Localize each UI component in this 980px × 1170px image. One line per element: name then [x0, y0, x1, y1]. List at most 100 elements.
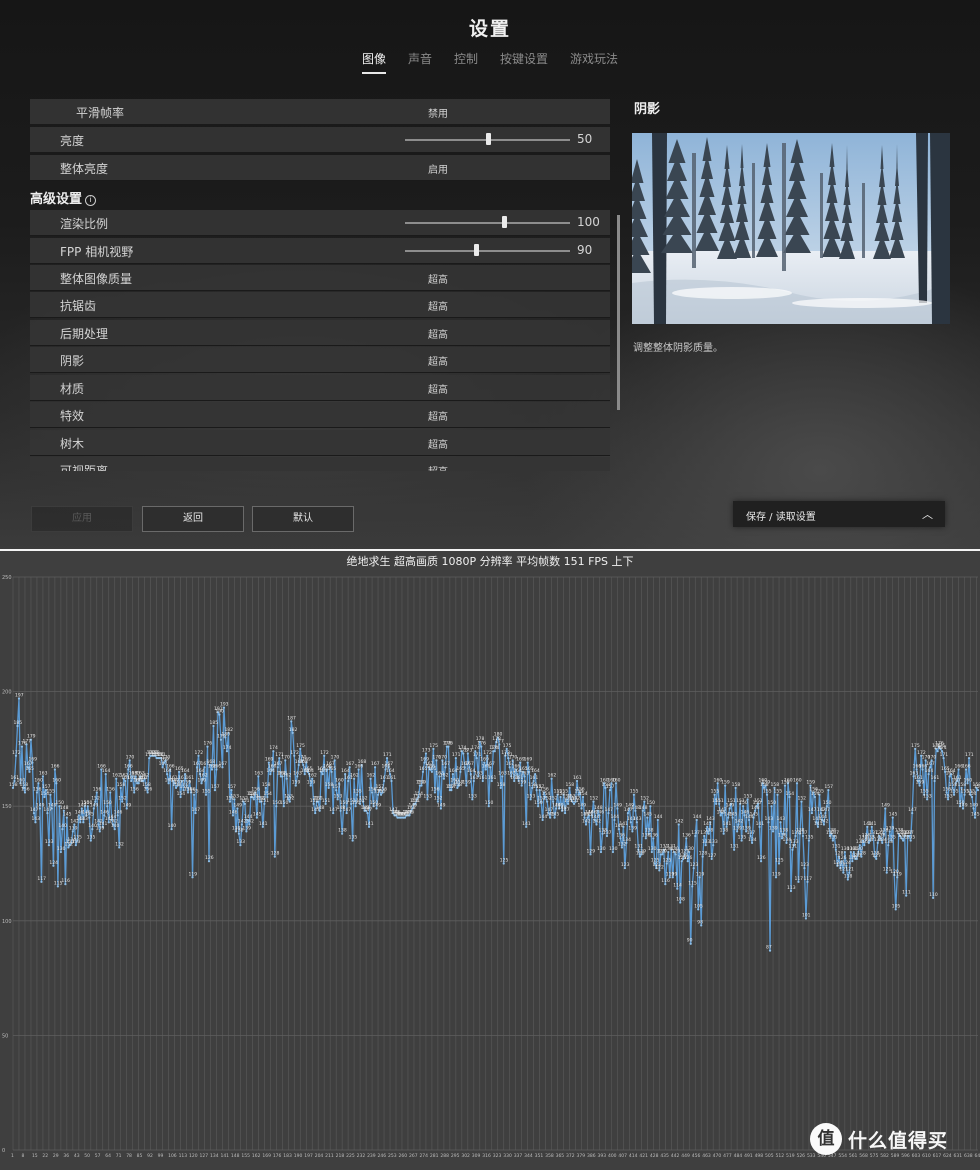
x-tick-label: 274	[419, 1153, 428, 1159]
info-icon[interactable]: i	[85, 195, 97, 206]
data-label: 157	[606, 784, 615, 790]
settings-row[interactable]: 特效 超高	[30, 402, 610, 428]
setting-value[interactable]: 超高	[388, 381, 488, 396]
data-label: 134	[748, 837, 757, 843]
settings-row[interactable]: 整体亮度 启用	[30, 155, 610, 181]
data-label: 155	[711, 789, 720, 795]
data-label: 119	[189, 871, 198, 877]
data-label: 122	[655, 864, 664, 870]
data-label: 158	[262, 782, 271, 788]
x-tick-label: 197	[304, 1153, 313, 1159]
x-tick-label: 281	[430, 1153, 439, 1159]
tab-0[interactable]: 图像	[361, 50, 386, 74]
data-label: 147	[808, 807, 817, 813]
settings-row[interactable]: 渲染比例 100	[30, 210, 610, 236]
setting-value[interactable]: 禁用	[388, 105, 488, 120]
settings-row[interactable]: 亮度 50	[30, 127, 610, 153]
data-label: 163	[39, 770, 48, 776]
data-label: 148	[316, 805, 325, 811]
data-label: 153	[230, 793, 239, 799]
data-label: 174	[223, 745, 232, 751]
data-label: 160	[784, 777, 793, 783]
data-label: 155	[46, 789, 55, 795]
settings-row[interactable]: 阴影 超高	[30, 347, 610, 373]
x-tick-label: 57	[95, 1153, 101, 1159]
setting-value[interactable]: 超高	[388, 436, 488, 451]
data-label: 126	[205, 855, 214, 861]
data-label: 151	[715, 798, 724, 804]
setting-value[interactable]: 超高	[388, 298, 488, 313]
data-label: 170	[126, 754, 135, 760]
data-label: 163	[498, 770, 507, 776]
data-label: 157	[824, 784, 833, 790]
x-tick-label: 260	[398, 1153, 407, 1159]
data-label: 150	[485, 800, 494, 806]
apply-button[interactable]: 应用	[31, 506, 133, 532]
data-label: 138	[338, 828, 347, 834]
settings-row[interactable]: FPP 相机视野 90	[30, 238, 610, 264]
setting-value[interactable]: 超高	[388, 408, 488, 423]
back-button[interactable]: 返回	[142, 506, 244, 532]
data-label: 151	[727, 798, 736, 804]
data-label: 105	[694, 903, 703, 909]
data-label: 147	[364, 807, 373, 813]
tab-3[interactable]: 按键设置	[500, 50, 548, 74]
data-label: 197	[15, 692, 24, 698]
data-label: 149	[881, 802, 890, 808]
data-label: 153	[923, 793, 932, 799]
data-label: 145	[551, 812, 560, 818]
settings-scrollbar[interactable]	[617, 215, 620, 410]
settings-row[interactable]: 后期处理 超高	[30, 320, 610, 346]
data-label: 176	[444, 741, 453, 747]
x-tick-label: 22	[42, 1153, 48, 1159]
data-label: 143	[765, 816, 774, 822]
data-label: 142	[735, 819, 744, 825]
tab-2[interactable]: 控制	[454, 50, 478, 74]
slider-thumb[interactable]	[485, 133, 491, 145]
slider-track[interactable]	[405, 222, 570, 224]
tab-1[interactable]: 声音	[408, 50, 432, 74]
data-label: 119	[893, 871, 902, 877]
data-label: 156	[144, 786, 153, 792]
data-label: 145	[729, 812, 738, 818]
data-label: 171	[940, 752, 949, 758]
settings-row[interactable]: 材质 超高	[30, 375, 610, 401]
settings-row[interactable]: 可视距离 超高	[30, 457, 610, 471]
data-label: 153	[744, 793, 753, 799]
x-tick-label: 295	[451, 1153, 460, 1159]
data-label: 152	[91, 796, 100, 802]
x-tick-label: 456	[692, 1153, 701, 1159]
data-label: 147	[908, 807, 917, 813]
settings-screen: 设置 图像 声音 控制 按键设置 游戏玩法 平滑帧率 禁用 亮度 50 整体亮度 启用 渲染比例 10…	[0, 0, 980, 549]
data-label: 130	[685, 846, 694, 852]
data-label: 149	[123, 802, 132, 808]
default-button[interactable]: 默认	[252, 506, 354, 532]
data-label: 161	[530, 775, 539, 781]
data-label: 128	[699, 851, 708, 857]
settings-row[interactable]: 抗锯齿 超高	[30, 292, 610, 318]
slider-thumb[interactable]	[473, 244, 479, 256]
slider-thumb[interactable]	[502, 216, 507, 228]
data-label: 124	[49, 860, 58, 866]
settings-row[interactable]: 整体图像质量 超高	[30, 265, 610, 291]
setting-value[interactable]: 启用	[388, 161, 488, 176]
setting-value[interactable]: 超高	[388, 353, 488, 368]
slider-track[interactable]	[405, 250, 570, 252]
data-label: 141	[522, 821, 531, 827]
data-label: 142	[592, 819, 601, 825]
setting-value[interactable]: 超高	[388, 271, 488, 286]
data-label: 180	[494, 731, 503, 737]
data-label: 162	[350, 773, 359, 779]
data-label: 152	[286, 796, 295, 802]
setting-value[interactable]: 超高	[388, 326, 488, 341]
settings-row[interactable]: 树木 超高	[30, 430, 610, 456]
data-label: 161	[388, 775, 397, 781]
settings-row[interactable]: 平滑帧率 禁用	[30, 99, 610, 125]
x-tick-label: 463	[702, 1153, 711, 1159]
tab-4[interactable]: 游戏玩法	[570, 50, 618, 74]
setting-value[interactable]: 超高	[388, 463, 488, 471]
data-label: 147	[192, 807, 201, 813]
save-load-settings-dropdown[interactable]: 保存 / 读取设置 ︿	[733, 501, 945, 527]
data-label: 152	[118, 796, 127, 802]
x-tick-label: 302	[461, 1153, 470, 1159]
